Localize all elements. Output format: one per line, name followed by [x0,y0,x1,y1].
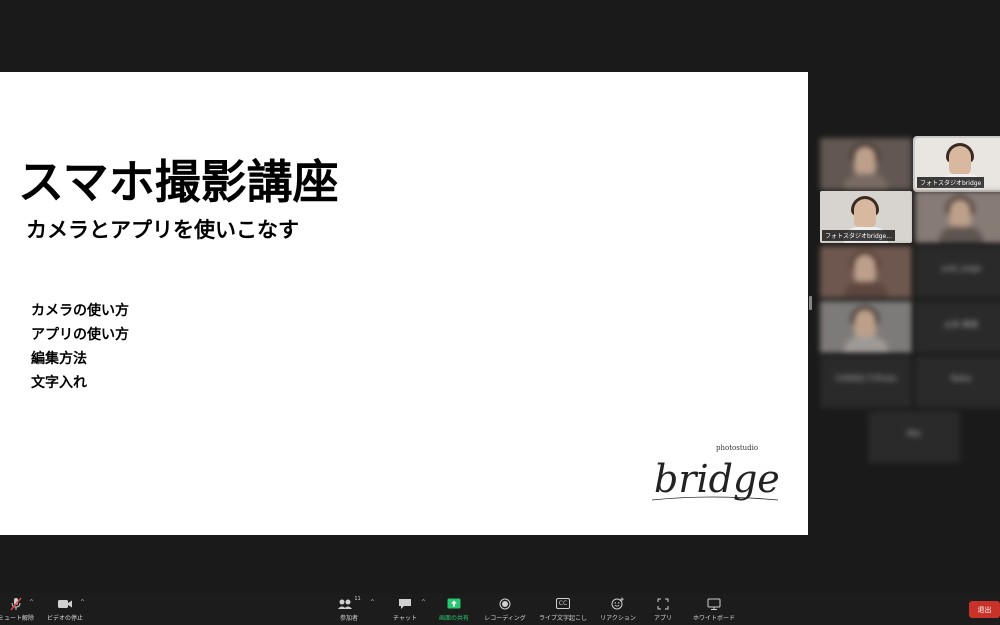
whiteboard-icon [707,596,721,611]
mute-options-caret[interactable]: ^ [29,599,34,606]
participant-gallery: フォトスタジオbridge フォトスタジオbridge... yuki_kage… [818,136,1000,466]
live-transcript-label: ライブ文字起こし [538,615,587,622]
reactions-label: リアクション [600,615,636,622]
record-label: レコーディング [484,615,526,622]
reactions-button[interactable]: リアクション [598,596,638,624]
meeting-window: スマホ撮影講座 カメラとアプリを使いこなす カメラの使い方 アプリの使い方 編集… [0,0,1000,625]
slide-bullet-list: カメラの使い方 アプリの使い方 編集方法 文字入れ [31,299,129,395]
logo-script-bridge: bridge [651,457,780,501]
mute-label: ミュート解除 [0,615,34,622]
microphone-muted-icon [9,596,23,611]
share-screen-icon [447,596,461,611]
stop-video-button[interactable]: ビデオの停止 [45,596,85,624]
live-transcript-button[interactable]: CC ライブ文字起こし [536,596,590,624]
participant-name: Mai [906,429,922,438]
slide-list-item: 文字入れ [31,375,87,391]
participant-tile[interactable]: 山本 麻美 [915,301,1000,353]
split-drag-handle[interactable] [809,296,812,310]
leave-meeting-button[interactable]: 退出 [969,601,1000,618]
logo-main-text: bridge [654,457,780,501]
slide-list-item: アプリの使い方 [31,327,129,343]
participant-name: フォトスタジオbridge [917,177,985,188]
participant-tile[interactable]: Mai [868,411,960,463]
closed-caption-icon: CC [555,596,571,611]
participant-tile[interactable]: フォトスタジオbridge... [820,191,912,243]
apps-button[interactable]: アプリ [650,596,676,624]
shared-slide: スマホ撮影講座 カメラとアプリを使いこなす カメラの使い方 アプリの使い方 編集… [0,72,808,535]
meeting-toolbar: ミュート解除 ^ ビデオの停止 ^ 11 参加者 ^ チャット ^ 画面の共有 … [0,594,1000,625]
participants-options-caret[interactable]: ^ [370,599,375,606]
apps-icon [657,596,669,611]
video-label: ビデオの停止 [46,615,83,622]
share-label: 画面の共有 [438,615,469,622]
chat-options-caret[interactable]: ^ [421,599,426,606]
participant-tile[interactable] [820,301,912,353]
participants-count: 11 [354,596,361,602]
record-button[interactable]: レコーディング [482,596,528,624]
participant-tile[interactable]: Naka [915,356,1000,408]
participants-label: 参加者 [339,615,358,622]
apps-label: アプリ [653,615,672,622]
bridge-logo: photostudio bridge [650,442,790,512]
participants-button[interactable]: 11 参加者 [334,596,364,624]
participant-name: Naka [950,374,972,383]
smiley-plus-icon [611,596,625,611]
slide-subtitle: カメラとアプリを使いこなす [26,218,299,242]
participants-icon: 11 [337,596,361,611]
participant-tile[interactable]: yuki_kage [915,246,1000,298]
slide-title: スマホ撮影講座 [18,155,339,209]
video-camera-icon [57,596,73,611]
participant-name: 山本 麻美 [943,320,979,329]
share-screen-button[interactable]: 画面の共有 [436,596,472,624]
video-options-caret[interactable]: ^ [80,599,85,606]
whiteboard-label: ホワイトボード [692,615,735,622]
participant-name: CHIEKO F.Photo [835,374,897,383]
chat-bubble-icon [398,596,412,611]
chat-label: チャット [393,615,417,622]
participant-name: yuki_kage [940,264,982,273]
participant-tile[interactable]: CHIEKO F.Photo [820,356,912,408]
whiteboard-button[interactable]: ホワイトボード [690,596,738,624]
participant-name: フォトスタジオbridge... [822,230,895,241]
participant-tile[interactable] [820,246,912,298]
participant-tile-active-speaker[interactable]: フォトスタジオbridge [913,136,1000,192]
slide-list-item: 編集方法 [31,351,87,367]
participant-tile[interactable] [820,138,912,190]
participant-tile[interactable] [915,191,1000,243]
slide-list-item: カメラの使い方 [31,303,129,319]
chat-button[interactable]: チャット [390,596,420,624]
record-icon [499,596,511,611]
